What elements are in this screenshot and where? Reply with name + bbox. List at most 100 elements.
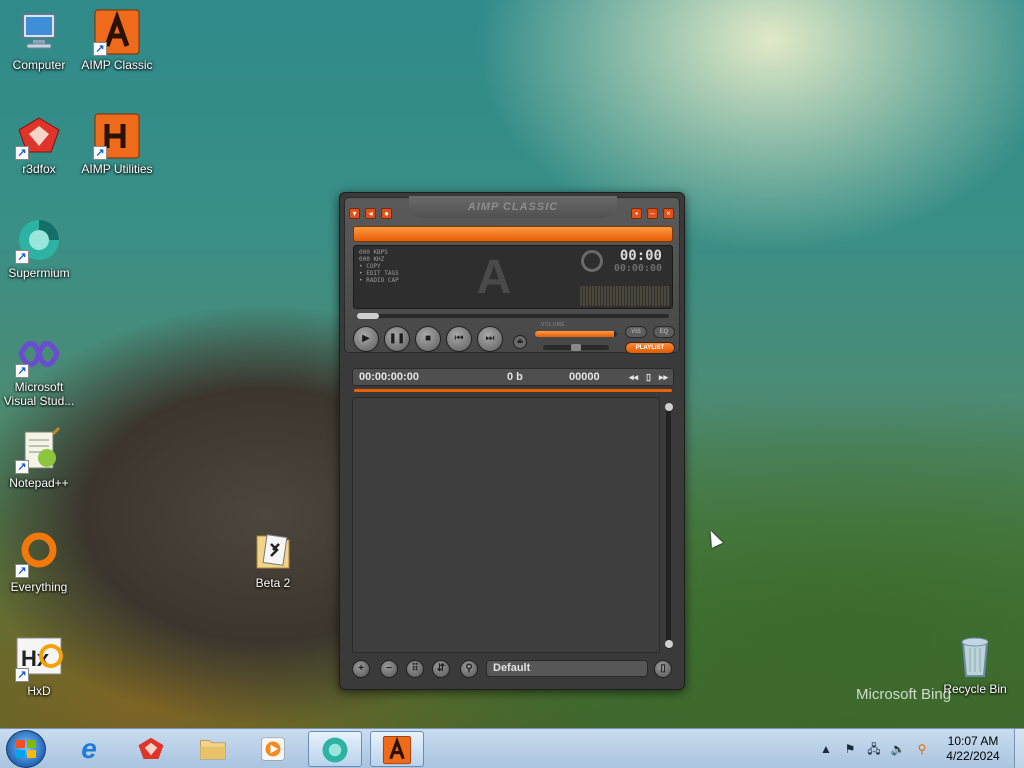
time-remaining-display: 00:00:00 xyxy=(613,263,662,274)
balance-slider[interactable] xyxy=(543,344,609,351)
sort-button[interactable]: ⠿ xyxy=(406,660,424,678)
window-title[interactable]: AIMP CLASSIC xyxy=(409,196,617,218)
previous-button[interactable]: ⏮ xyxy=(446,326,472,352)
show-hidden-icons-icon[interactable]: ▲ xyxy=(818,741,834,757)
desktop-icon-label: AIMP Utilities xyxy=(81,162,153,176)
bing-watermark: Microsoft Bing xyxy=(856,686,952,703)
folder-icon xyxy=(200,739,226,760)
stop-button[interactable]: ■ xyxy=(415,326,441,352)
computer-icon xyxy=(15,8,63,56)
playlist-toggle-button[interactable]: PLAYLIST xyxy=(625,342,675,354)
supermium-icon xyxy=(322,737,348,763)
menu-button[interactable]: ▾ xyxy=(349,208,360,219)
seek-handle[interactable] xyxy=(357,313,379,319)
desktop-icon-aimp-classic[interactable]: ↗ AIMP Classic xyxy=(79,8,155,72)
scroll-up-button[interactable] xyxy=(665,403,673,411)
shortcut-arrow-icon: ↗ xyxy=(15,460,29,474)
desktop-icon-aimp-utilities[interactable]: ↗ AIMP Utilities xyxy=(79,112,155,176)
balance-handle[interactable] xyxy=(571,344,581,351)
pause-button[interactable]: ❚❚ xyxy=(384,326,410,352)
shortcut-arrow-icon: ↗ xyxy=(93,146,107,160)
volume-slider[interactable] xyxy=(535,331,617,337)
desktop-icon-visual-studio[interactable]: ↗ Microsoft Visual Stud... xyxy=(1,330,77,408)
recycle-bin-icon xyxy=(951,632,999,680)
aimp-icon: ↗ xyxy=(93,8,141,56)
taskbar-media-player[interactable] xyxy=(246,731,300,767)
seek-bar[interactable] xyxy=(357,313,669,319)
network-icon[interactable]: 🖧 xyxy=(866,741,882,757)
add-files-button[interactable]: + xyxy=(352,660,370,678)
desktop-icon-hxd[interactable]: Hx ↗ HxD xyxy=(1,634,77,698)
edit-tags-option[interactable]: • EDIT TAGS xyxy=(359,270,399,277)
eject-button[interactable]: ⏏ xyxy=(513,335,527,349)
playlist-header: 00:00:00:00 0 b 00000 ◂◂ ▯ ▸▸ xyxy=(352,368,674,386)
shortcut-arrow-icon: ↗ xyxy=(15,564,29,578)
timer-knob-icon[interactable] xyxy=(581,250,603,272)
back-button[interactable]: ◂ xyxy=(365,208,376,219)
desktop-icon-label: Computer xyxy=(12,58,66,72)
playlist-name[interactable]: Default xyxy=(486,660,648,677)
taskbar-supermium[interactable] xyxy=(308,731,362,767)
radio-cap-option[interactable]: • RADIO CAP xyxy=(359,277,399,284)
desktop-icon-r3dfox[interactable]: ↗ r3dfox xyxy=(1,112,77,176)
desktop-icon-label: Supermium xyxy=(8,266,70,280)
samplerate-text: 000 KHZ xyxy=(359,256,385,263)
scroll-down-button[interactable] xyxy=(665,640,673,648)
aimp-player-window[interactable]: AIMP CLASSIC ▾ ◂ ● ▪ – × 000 KBPS 000 KH… xyxy=(339,192,685,690)
shortcut-arrow-icon: ↗ xyxy=(15,668,29,682)
desktop-icon-supermium[interactable]: ↗ Supermium xyxy=(1,216,77,280)
rewind-icon[interactable]: ◂◂ xyxy=(629,369,638,385)
eq-button[interactable]: EQ xyxy=(653,326,675,338)
playlist-scrollbar[interactable] xyxy=(666,403,671,649)
desktop-icon-label: Notepad++ xyxy=(9,476,69,490)
remove-files-button[interactable]: − xyxy=(380,660,398,678)
page-icon[interactable]: ▯ xyxy=(646,369,651,385)
desktop-icon-label: AIMP Classic xyxy=(81,58,153,72)
search-button[interactable]: ⚲ xyxy=(460,660,478,678)
playlist-manager-button[interactable]: ▯ xyxy=(654,660,672,678)
taskbar-internet-explorer[interactable]: e xyxy=(62,731,116,767)
windows-logo-icon xyxy=(16,740,36,758)
settings-button[interactable]: ▪ xyxy=(631,208,642,219)
taskbar-explorer[interactable] xyxy=(186,731,240,767)
play-button[interactable]: ▶ xyxy=(353,326,379,352)
notepadpp-icon: ↗ xyxy=(15,426,63,474)
start-button[interactable] xyxy=(6,730,46,768)
clock-time: 10:07 AM xyxy=(947,734,999,748)
volume-label: VOLUME xyxy=(541,322,566,328)
supermium-icon: ↗ xyxy=(15,216,63,264)
forward-icon[interactable]: ▸▸ xyxy=(659,369,668,385)
clock-date: 4/22/2024 xyxy=(946,749,1000,763)
playlist-count: 00000 xyxy=(569,371,600,383)
visual-studio-icon: ↗ xyxy=(15,330,63,378)
search-icon[interactable]: ⚲ xyxy=(914,741,930,757)
desktop-icon-label: Beta 2 xyxy=(255,576,291,590)
desktop-icon-computer[interactable]: Computer xyxy=(1,8,77,72)
action-center-flag-icon[interactable]: ⚑ xyxy=(842,741,858,757)
player-display: 000 KBPS 000 KHZ • COPY • EDIT TAGS • RA… xyxy=(353,245,673,309)
spectrum-visualizer[interactable] xyxy=(580,286,670,306)
playlist-options-button[interactable]: ⇵ xyxy=(432,660,450,678)
playlist-area[interactable] xyxy=(352,397,660,653)
next-button[interactable]: ⏭ xyxy=(477,326,503,352)
desktop-icon-beta-2[interactable]: Beta 2 xyxy=(235,526,311,590)
taskbar-r3dfox[interactable] xyxy=(124,731,178,767)
taskbar: e ▲ ⚑ 🖧 🔈 ⚲ 10:07 AM 4/22/2024 xyxy=(0,728,1024,768)
copy-option[interactable]: • COPY xyxy=(359,263,399,270)
minimize-button[interactable]: – xyxy=(647,208,658,219)
desktop-icon-everything[interactable]: ↗ Everything xyxy=(1,530,77,594)
pin-button[interactable]: ● xyxy=(381,208,392,219)
taskbar-aimp[interactable] xyxy=(370,731,424,767)
desktop-icon-notepadpp[interactable]: ↗ Notepad++ xyxy=(1,426,77,490)
shortcut-arrow-icon: ↗ xyxy=(93,42,107,56)
time-display[interactable]: 00:00 xyxy=(620,248,662,264)
system-clock[interactable]: 10:07 AM 4/22/2024 xyxy=(938,734,1008,764)
close-button[interactable]: × xyxy=(663,208,674,219)
shortcut-arrow-icon: ↗ xyxy=(15,146,29,160)
r3dfox-icon: ↗ xyxy=(15,112,63,160)
show-desktop-button[interactable] xyxy=(1014,729,1024,768)
media-player-icon xyxy=(261,737,285,761)
vis-button[interactable]: VIS xyxy=(625,326,647,338)
volume-icon[interactable]: 🔈 xyxy=(890,741,906,757)
track-info: 000 KBPS 000 KHZ • COPY • EDIT TAGS • RA… xyxy=(359,249,399,284)
